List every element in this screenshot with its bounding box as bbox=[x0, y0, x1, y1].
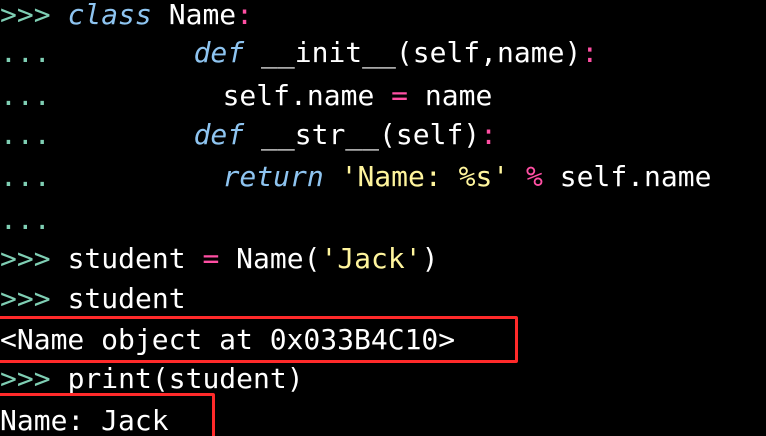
assign-value: name bbox=[424, 79, 493, 112]
variable-name: student bbox=[67, 242, 186, 275]
continuation-prompt: ... bbox=[0, 118, 51, 151]
function-signature: __str__(self) bbox=[261, 118, 481, 151]
expression: student bbox=[67, 282, 186, 315]
keyword-class: class bbox=[67, 0, 152, 31]
code-line-class-def: >>> class Name: bbox=[0, 0, 253, 35]
function-signature: __init__(self,name) bbox=[261, 36, 582, 69]
prompt: >>> bbox=[0, 362, 51, 395]
assign-target: self.name bbox=[222, 79, 375, 112]
colon: : bbox=[480, 118, 498, 151]
code-line-return: ... return 'Name: %s' % self.name bbox=[0, 157, 711, 197]
continuation-prompt: ... bbox=[0, 79, 51, 112]
keyword-def: def bbox=[193, 118, 245, 151]
colon: : bbox=[236, 0, 254, 31]
format-string: 'Name: %s' bbox=[340, 160, 510, 193]
code-line-str-def: ... def __str__(self): bbox=[0, 115, 497, 155]
continuation-prompt: ... bbox=[0, 160, 51, 193]
format-operator: % bbox=[526, 160, 543, 193]
prompt: >>> bbox=[0, 0, 51, 31]
class-name: Name bbox=[168, 0, 237, 31]
keyword-def: def bbox=[193, 36, 245, 69]
code-line-instantiate: >>> student = Name('Jack') bbox=[0, 239, 438, 279]
highlight-box-str-output bbox=[0, 393, 215, 436]
code-line-assign-name: ... self.name = name bbox=[0, 76, 492, 116]
print-call: print(student) bbox=[67, 362, 304, 395]
continuation-prompt: ... bbox=[0, 203, 51, 236]
continuation-prompt: ... bbox=[0, 36, 51, 69]
keyword-return: return bbox=[222, 160, 324, 193]
assign-operator: = bbox=[391, 79, 409, 112]
constructor-call-open: Name( bbox=[236, 242, 321, 275]
terminal-window[interactable]: >>> class Name: ... def __init__(self,name… bbox=[0, 0, 766, 436]
format-argument: self.name bbox=[559, 160, 712, 193]
constructor-call-close: ) bbox=[421, 242, 439, 275]
prompt: >>> bbox=[0, 242, 51, 275]
code-line-eval-student: >>> student bbox=[0, 279, 186, 319]
string-argument: 'Jack' bbox=[320, 242, 422, 275]
prompt: >>> bbox=[0, 282, 51, 315]
colon: : bbox=[581, 36, 599, 69]
assign-operator: = bbox=[202, 242, 220, 275]
code-line-blank-continuation: ... bbox=[0, 200, 51, 240]
highlight-box-repr-output bbox=[0, 316, 518, 363]
code-line-init-def: ... def __init__(self,name): bbox=[0, 33, 598, 73]
